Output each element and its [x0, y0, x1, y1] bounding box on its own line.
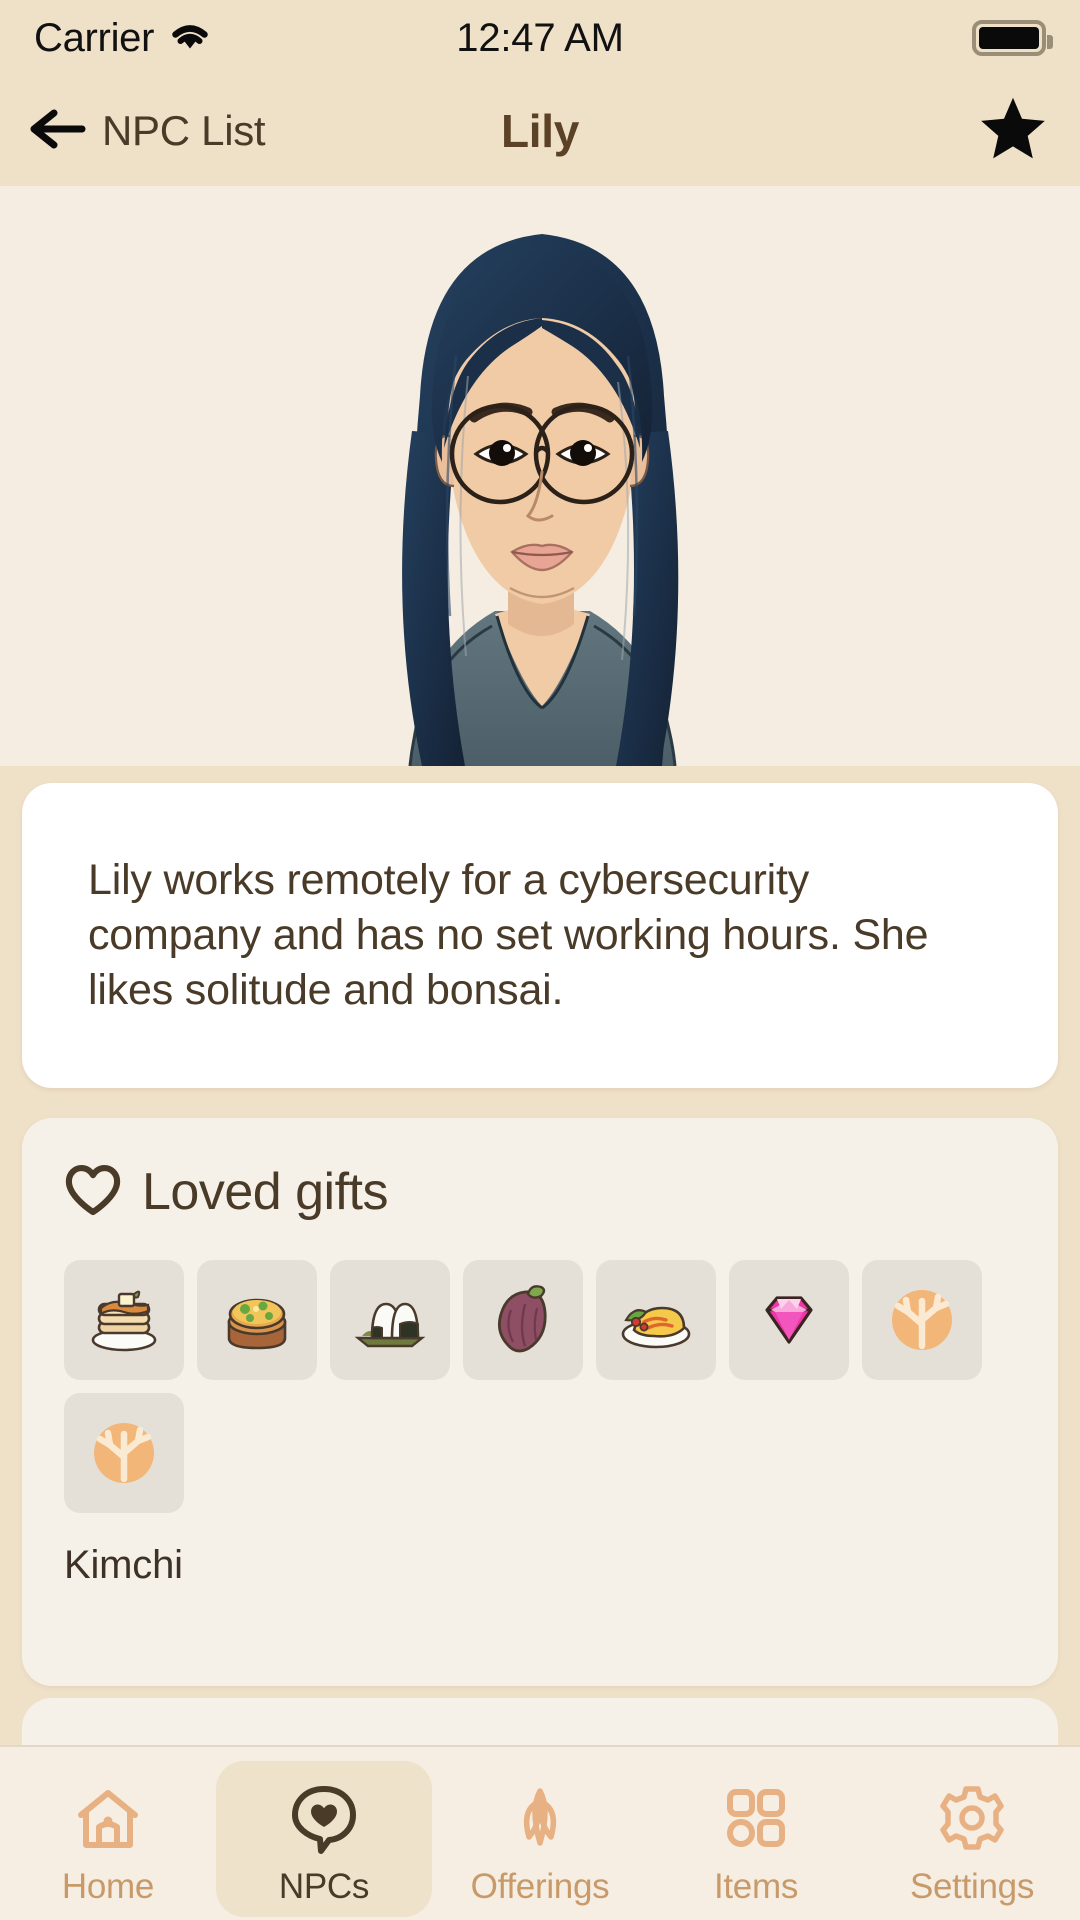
gift-item-coral-b[interactable] [64, 1393, 184, 1513]
tab-offerings-label: Offerings [470, 1867, 610, 1906]
coral-icon [82, 1411, 166, 1495]
back-button-label: NPC List [102, 107, 266, 154]
battery-full-icon [972, 20, 1053, 56]
wheat-icon [499, 1777, 581, 1859]
wifi-icon [168, 19, 212, 58]
gift-item-quiche[interactable] [197, 1260, 317, 1380]
loved-gifts-header: Loved gifts [64, 1162, 1016, 1222]
tab-settings-label: Settings [909, 1867, 1035, 1906]
scroll-content: Lily works remotely for a cybersecurity … [0, 766, 1080, 1818]
loved-gifts-card: Loved gifts Kimchi [22, 1118, 1058, 1686]
pancakes-icon [82, 1278, 166, 1362]
tab-settings[interactable]: Settings [864, 1761, 1080, 1917]
heart-outline-icon [64, 1164, 122, 1221]
pink-gem-icon [747, 1278, 831, 1362]
gift-item-coral-a[interactable] [862, 1260, 982, 1380]
loved-gifts-title: Loved gifts [142, 1163, 389, 1221]
arrow-left-icon [30, 108, 86, 155]
onigiri-icon [348, 1278, 432, 1362]
bio-text: Lily works remotely for a cybersecurity … [88, 855, 929, 1015]
favorite-button[interactable] [976, 93, 1050, 170]
star-filled-icon [976, 93, 1050, 170]
sweet-potato-icon [481, 1278, 565, 1362]
status-bar: Carrier 12:47 AM [0, 0, 1080, 76]
tab-offerings[interactable]: Offerings [432, 1761, 648, 1917]
gift-item-sweet-potato[interactable] [463, 1260, 583, 1380]
gift-item-pancakes[interactable] [64, 1260, 184, 1380]
tab-home-label: Home [61, 1867, 155, 1906]
carrier-label: Carrier [34, 15, 155, 60]
coral-icon [880, 1278, 964, 1362]
gift-caption: Kimchi [64, 1543, 183, 1587]
tab-npcs-label: NPCs [278, 1867, 370, 1906]
tab-home[interactable]: Home [0, 1761, 216, 1917]
bio-card: Lily works remotely for a cybersecurity … [22, 783, 1058, 1088]
gift-item-omurice[interactable] [596, 1260, 716, 1380]
grid-squares-icon [715, 1777, 797, 1859]
npc-portrait [0, 186, 1080, 766]
gift-item-onigiri[interactable] [330, 1260, 450, 1380]
status-bar-left: Carrier [34, 16, 212, 61]
quiche-icon [215, 1278, 299, 1362]
loved-gifts-grid [64, 1260, 1016, 1513]
tab-bar: Home NPCs Offerings Items Settings [0, 1745, 1080, 1920]
back-button[interactable]: NPC List [30, 107, 266, 155]
omurice-icon [614, 1278, 698, 1362]
status-bar-right [972, 20, 1053, 56]
navigation-bar: NPC List Lily [0, 76, 1080, 186]
tab-items[interactable]: Items [648, 1761, 864, 1917]
house-icon [67, 1777, 149, 1859]
tab-items-label: Items [713, 1867, 799, 1906]
tab-npcs[interactable]: NPCs [216, 1761, 432, 1917]
app-root: Carrier 12:47 AM NPC List Lily Lily work… [0, 0, 1080, 1920]
gift-item-gem[interactable] [729, 1260, 849, 1380]
speech-bubble-heart-icon [283, 1777, 365, 1859]
gear-icon [931, 1777, 1013, 1859]
